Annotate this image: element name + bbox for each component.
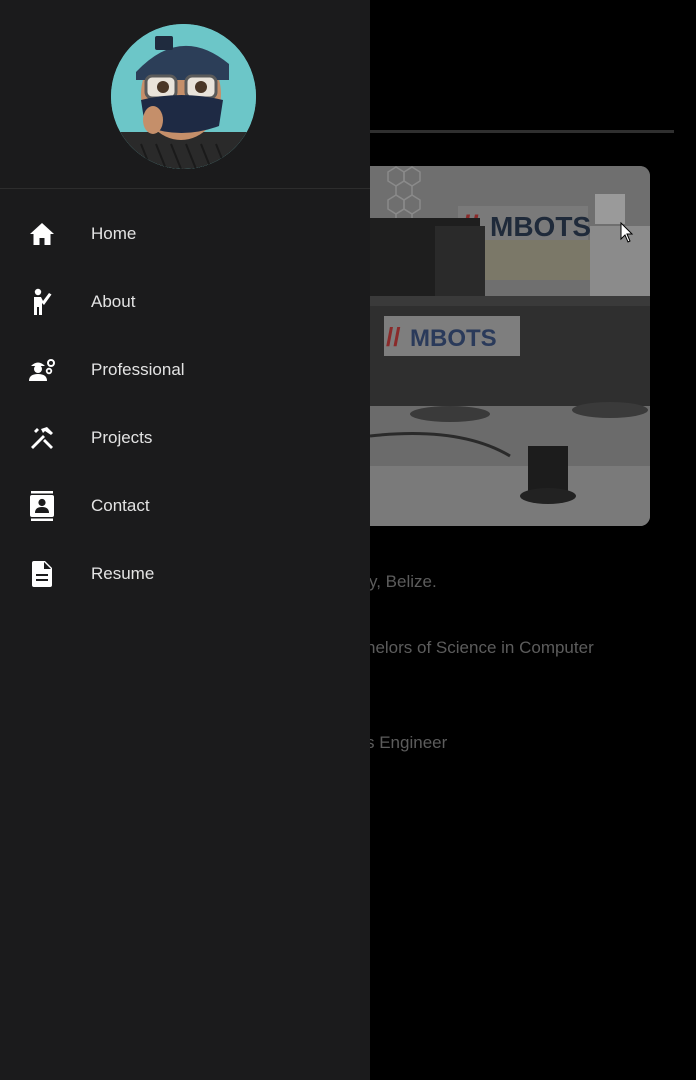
nav-label-home: Home	[91, 224, 137, 243]
nav-item-contact[interactable]: Contact	[0, 472, 370, 540]
nav-label-contact: Contact	[91, 496, 150, 515]
nav-item-professional[interactable]: Professional	[0, 336, 370, 404]
section-divider	[368, 130, 674, 133]
home-icon	[28, 220, 56, 248]
nav-item-home[interactable]: Home	[0, 200, 370, 268]
nav-label-resume: Resume	[91, 564, 155, 583]
tools-icon	[28, 424, 56, 452]
upper-sign-text: MBOTS	[490, 211, 591, 242]
bio-education-text: helors of Science in Computer	[366, 638, 594, 657]
navigation-drawer: Home About Professional Projects Contact…	[0, 0, 370, 1080]
lab-photo: // MBOTS // MBOTS	[340, 166, 650, 526]
app-screen: // MBOTS // MBOTS	[0, 0, 696, 1080]
lower-sign-text: MBOTS	[410, 325, 497, 352]
nav-list: Home About Professional Projects Contact…	[0, 200, 370, 608]
bio-location-text: y, Belize.	[369, 572, 437, 591]
nav-label-projects: Projects	[91, 428, 153, 447]
nav-label-professional: Professional	[91, 360, 185, 379]
person-wave-icon	[28, 288, 56, 316]
mouse-cursor-icon	[620, 221, 634, 249]
nav-item-about[interactable]: About	[0, 268, 370, 336]
svg-text://: //	[386, 322, 400, 352]
nav-label-about: About	[91, 292, 136, 311]
avatar	[111, 24, 256, 169]
contact-card-icon	[28, 491, 56, 521]
nav-item-projects[interactable]: Projects	[0, 404, 370, 472]
bio-role-text: s Engineer	[366, 733, 448, 752]
document-icon	[28, 560, 56, 588]
nav-item-resume[interactable]: Resume	[0, 540, 370, 608]
drawer-header	[0, 0, 370, 189]
engineer-icon	[28, 356, 56, 384]
